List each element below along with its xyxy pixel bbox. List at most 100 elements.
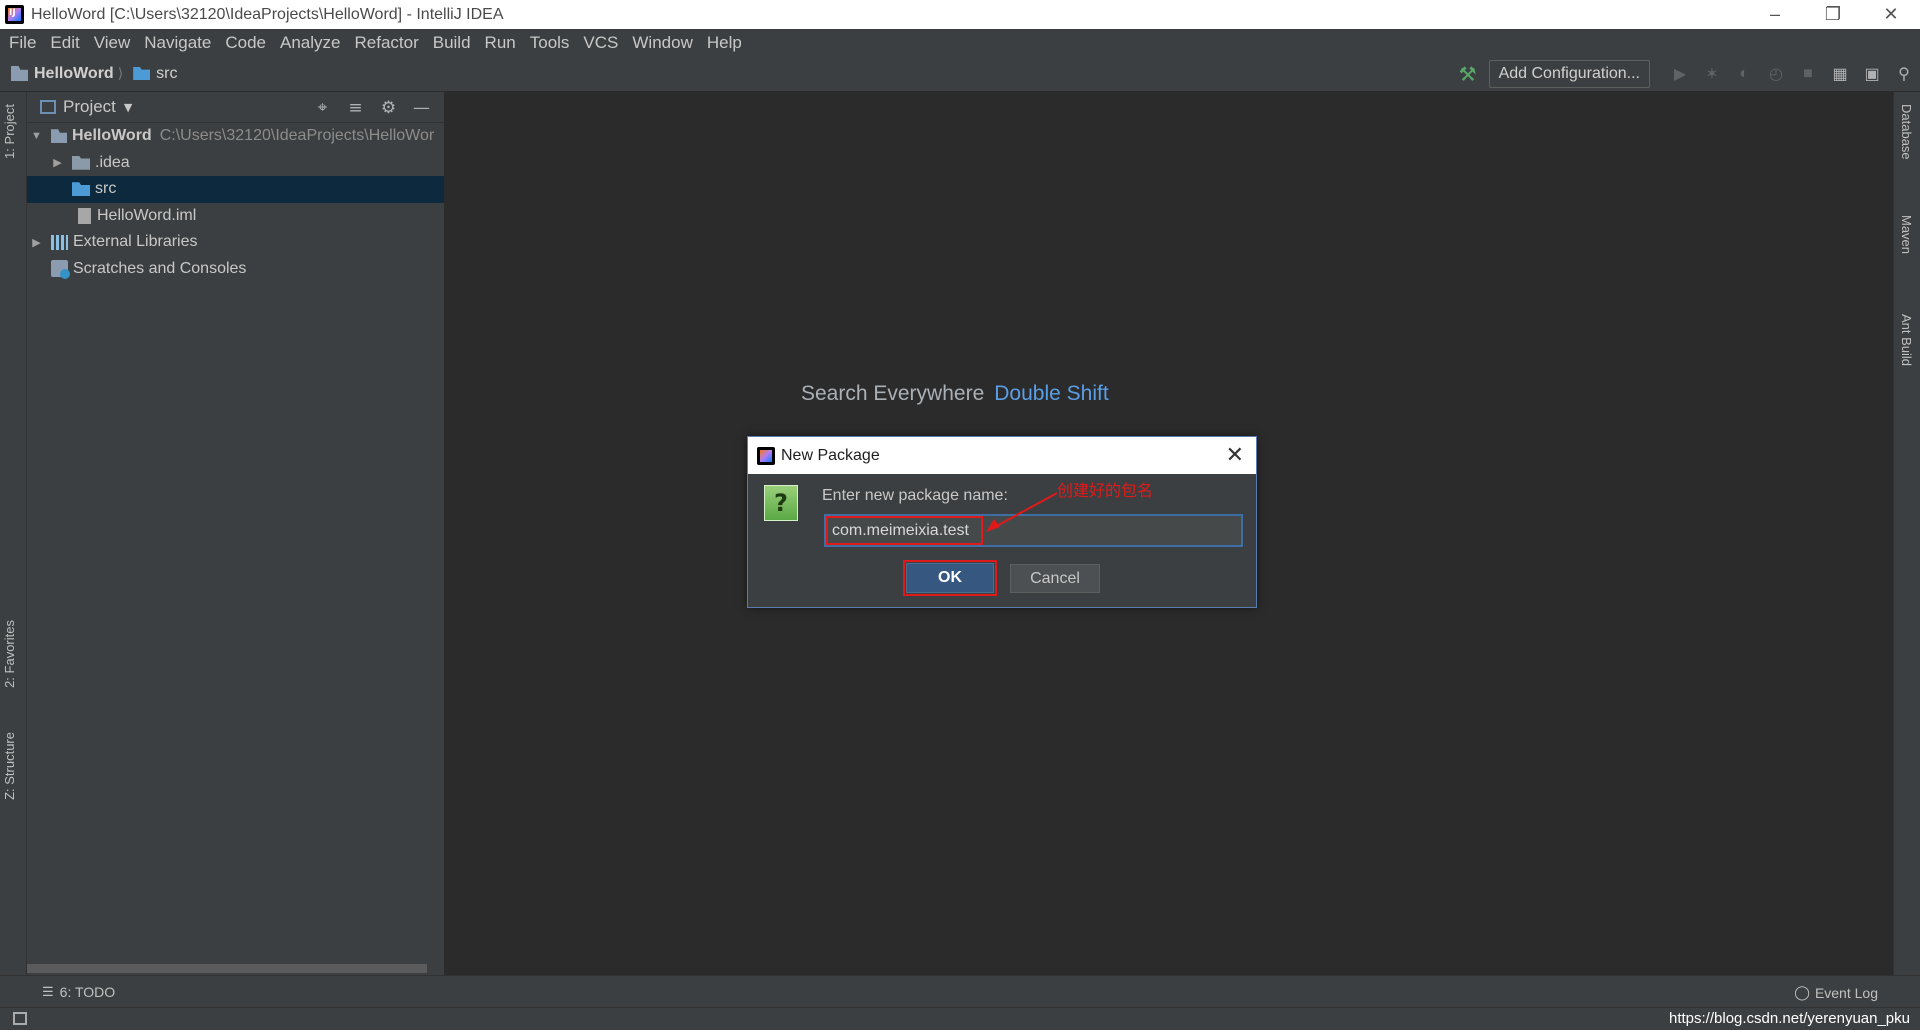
collapse-arrow-icon[interactable]: ▶	[30, 236, 43, 249]
tree-item-helloword-iml[interactable]: HelloWord.iml	[27, 203, 444, 230]
menu-file[interactable]: File	[2, 33, 43, 53]
menu-window[interactable]: Window	[625, 33, 699, 53]
close-icon[interactable]: ✕	[1226, 442, 1244, 468]
tab-project[interactable]: 1: Project	[2, 104, 17, 159]
menu-help[interactable]: Help	[700, 33, 749, 53]
list-icon: ☰	[42, 984, 54, 999]
watermark: https://blog.csdn.net/yerenyuan_pku	[1669, 1010, 1910, 1027]
right-tool-strip: Database Maven Ant Build	[1893, 92, 1920, 975]
tab-database[interactable]: Database	[1899, 104, 1914, 160]
close-icon[interactable]: ✕	[1862, 0, 1920, 29]
ok-button[interactable]: OK	[906, 563, 994, 593]
left-tool-strip: 1: Project 2: Favorites Z: Structure	[0, 92, 27, 975]
profile-icon[interactable]: ◴	[1760, 56, 1792, 92]
breadcrumb-project[interactable]: HelloWord	[34, 65, 114, 83]
project-tree: ▼ HelloWord C:\Users\32120\IdeaProjects\…	[27, 123, 444, 282]
dialog-title: New Package	[781, 446, 880, 464]
project-structure-icon[interactable]: ▦	[1824, 56, 1856, 92]
module-icon	[51, 129, 67, 144]
tree-item-label: src	[95, 180, 117, 198]
navigation-bar: HelloWord ⟩ src ⚒ Add Configuration... ▶…	[0, 56, 1920, 92]
minimize-icon[interactable]: –	[1746, 0, 1804, 29]
stop-icon[interactable]: ■	[1792, 56, 1824, 92]
project-view-selector[interactable]: Project	[63, 97, 116, 117]
collapse-all-icon[interactable]: ≡	[339, 98, 372, 118]
annotation-text: 创建好的包名	[1057, 481, 1154, 500]
tree-item-label: External Libraries	[73, 233, 198, 251]
breadcrumb-folder[interactable]: src	[156, 65, 177, 83]
project-icon	[11, 66, 28, 81]
project-panel-tools: ⌖ ≡ ⚙ —	[306, 92, 438, 123]
status-bar: https://blog.csdn.net/yerenyuan_pku	[0, 1007, 1920, 1030]
folder-icon	[133, 67, 151, 80]
tab-ant-build[interactable]: Ant Build	[1899, 314, 1914, 366]
menu-build[interactable]: Build	[426, 33, 478, 53]
tree-item-helloword[interactable]: ▼ HelloWord C:\Users\32120\IdeaProjects\…	[27, 123, 444, 150]
menu-analyze[interactable]: Analyze	[273, 33, 347, 53]
menu-refactor[interactable]: Refactor	[347, 33, 425, 53]
hint-shortcut: Double Shift	[994, 382, 1109, 405]
tree-item-label: HelloWord	[72, 127, 152, 145]
menu-run[interactable]: Run	[478, 33, 523, 53]
expand-arrow-icon[interactable]: ▼	[30, 130, 43, 142]
menu-bar: File Edit View Navigate Code Analyze Ref…	[0, 29, 1920, 56]
source-folder-icon	[72, 182, 90, 197]
tab-structure[interactable]: Z: Structure	[2, 732, 17, 800]
horizontal-scrollbar[interactable]	[27, 964, 427, 973]
menu-code[interactable]: Code	[218, 33, 273, 53]
todo-tab[interactable]: ☰ 6: TODO	[42, 984, 115, 1000]
menu-vcs[interactable]: VCS	[576, 33, 625, 53]
add-configuration-button[interactable]: Add Configuration...	[1488, 60, 1650, 88]
hide-icon[interactable]: —	[405, 98, 438, 118]
tree-item-idea[interactable]: ▶ .idea	[27, 150, 444, 177]
tree-item-scratches[interactable]: Scratches and Consoles	[27, 256, 444, 283]
project-view-icon	[40, 100, 56, 114]
build-hammer-icon[interactable]: ⚒	[1459, 62, 1477, 87]
cancel-button[interactable]: Cancel	[1010, 564, 1100, 593]
event-log-tab[interactable]: ◯ Event Log	[1794, 984, 1878, 1001]
hint-label: Search Everywhere	[801, 382, 985, 405]
folder-icon	[72, 155, 90, 170]
breadcrumb-separator-icon: ⟩	[117, 65, 124, 81]
search-everywhere-hint: Search Everywhere Double Shift	[801, 382, 1109, 406]
breadcrumb: HelloWord ⟩ src	[0, 65, 178, 83]
menu-navigate[interactable]: Navigate	[137, 33, 218, 53]
menu-edit[interactable]: Edit	[43, 33, 86, 53]
annotation-arrow-icon	[986, 492, 1058, 532]
presentation-icon[interactable]: ▣	[1856, 56, 1888, 92]
chevron-down-icon[interactable]: ▼	[124, 101, 132, 114]
search-icon[interactable]: ⚲	[1888, 56, 1920, 92]
tree-item-external-libraries[interactable]: ▶ External Libraries	[27, 229, 444, 256]
scratches-icon	[51, 260, 70, 280]
event-log-icon: ◯	[1794, 984, 1810, 1000]
intellij-logo-icon	[5, 5, 24, 24]
gear-icon[interactable]: ⚙	[372, 98, 405, 118]
todo-label: 6: TODO	[59, 984, 116, 1000]
tab-maven[interactable]: Maven	[1899, 215, 1914, 254]
event-log-label: Event Log	[1814, 984, 1878, 1001]
run-icon[interactable]: ▶	[1664, 56, 1696, 92]
tab-favorites[interactable]: 2: Favorites	[2, 620, 17, 688]
library-icon	[51, 234, 68, 250]
tree-item-src[interactable]: src	[27, 176, 444, 203]
file-icon	[78, 207, 91, 224]
main-toolbar: ⚒ Add Configuration... ▶ ✶ ◐ ◴ ■ ▦ ▣ ⚲	[1459, 56, 1920, 92]
collapse-arrow-icon[interactable]: ▶	[51, 156, 64, 169]
coverage-icon[interactable]: ◐	[1728, 56, 1760, 92]
restore-icon[interactable]: ❐	[1804, 0, 1862, 29]
menu-tools[interactable]: Tools	[523, 33, 577, 53]
project-panel: Project ▼ ⌖ ≡ ⚙ — ▼ HelloWord C:\Users\3…	[27, 92, 445, 975]
tool-windows-icon[interactable]	[13, 1012, 27, 1025]
tree-item-label: Scratches and Consoles	[73, 259, 247, 277]
tree-item-label: .idea	[95, 153, 130, 171]
dialog-title-bar: New Package ✕	[748, 437, 1256, 474]
tree-item-path: C:\Users\32120\IdeaProjects\HelloWor	[159, 127, 435, 145]
menu-view[interactable]: View	[87, 33, 138, 53]
tree-item-label: HelloWord.iml	[97, 206, 197, 224]
debug-icon[interactable]: ✶	[1696, 56, 1728, 92]
intellij-logo-icon	[757, 446, 775, 465]
locate-icon[interactable]: ⌖	[306, 98, 339, 118]
window-title: HelloWord [C:\Users\32120\IdeaProjects\H…	[31, 5, 504, 23]
bottom-tool-bar: ☰ 6: TODO ◯ Event Log	[0, 975, 1920, 1007]
question-icon: ?	[764, 485, 798, 521]
